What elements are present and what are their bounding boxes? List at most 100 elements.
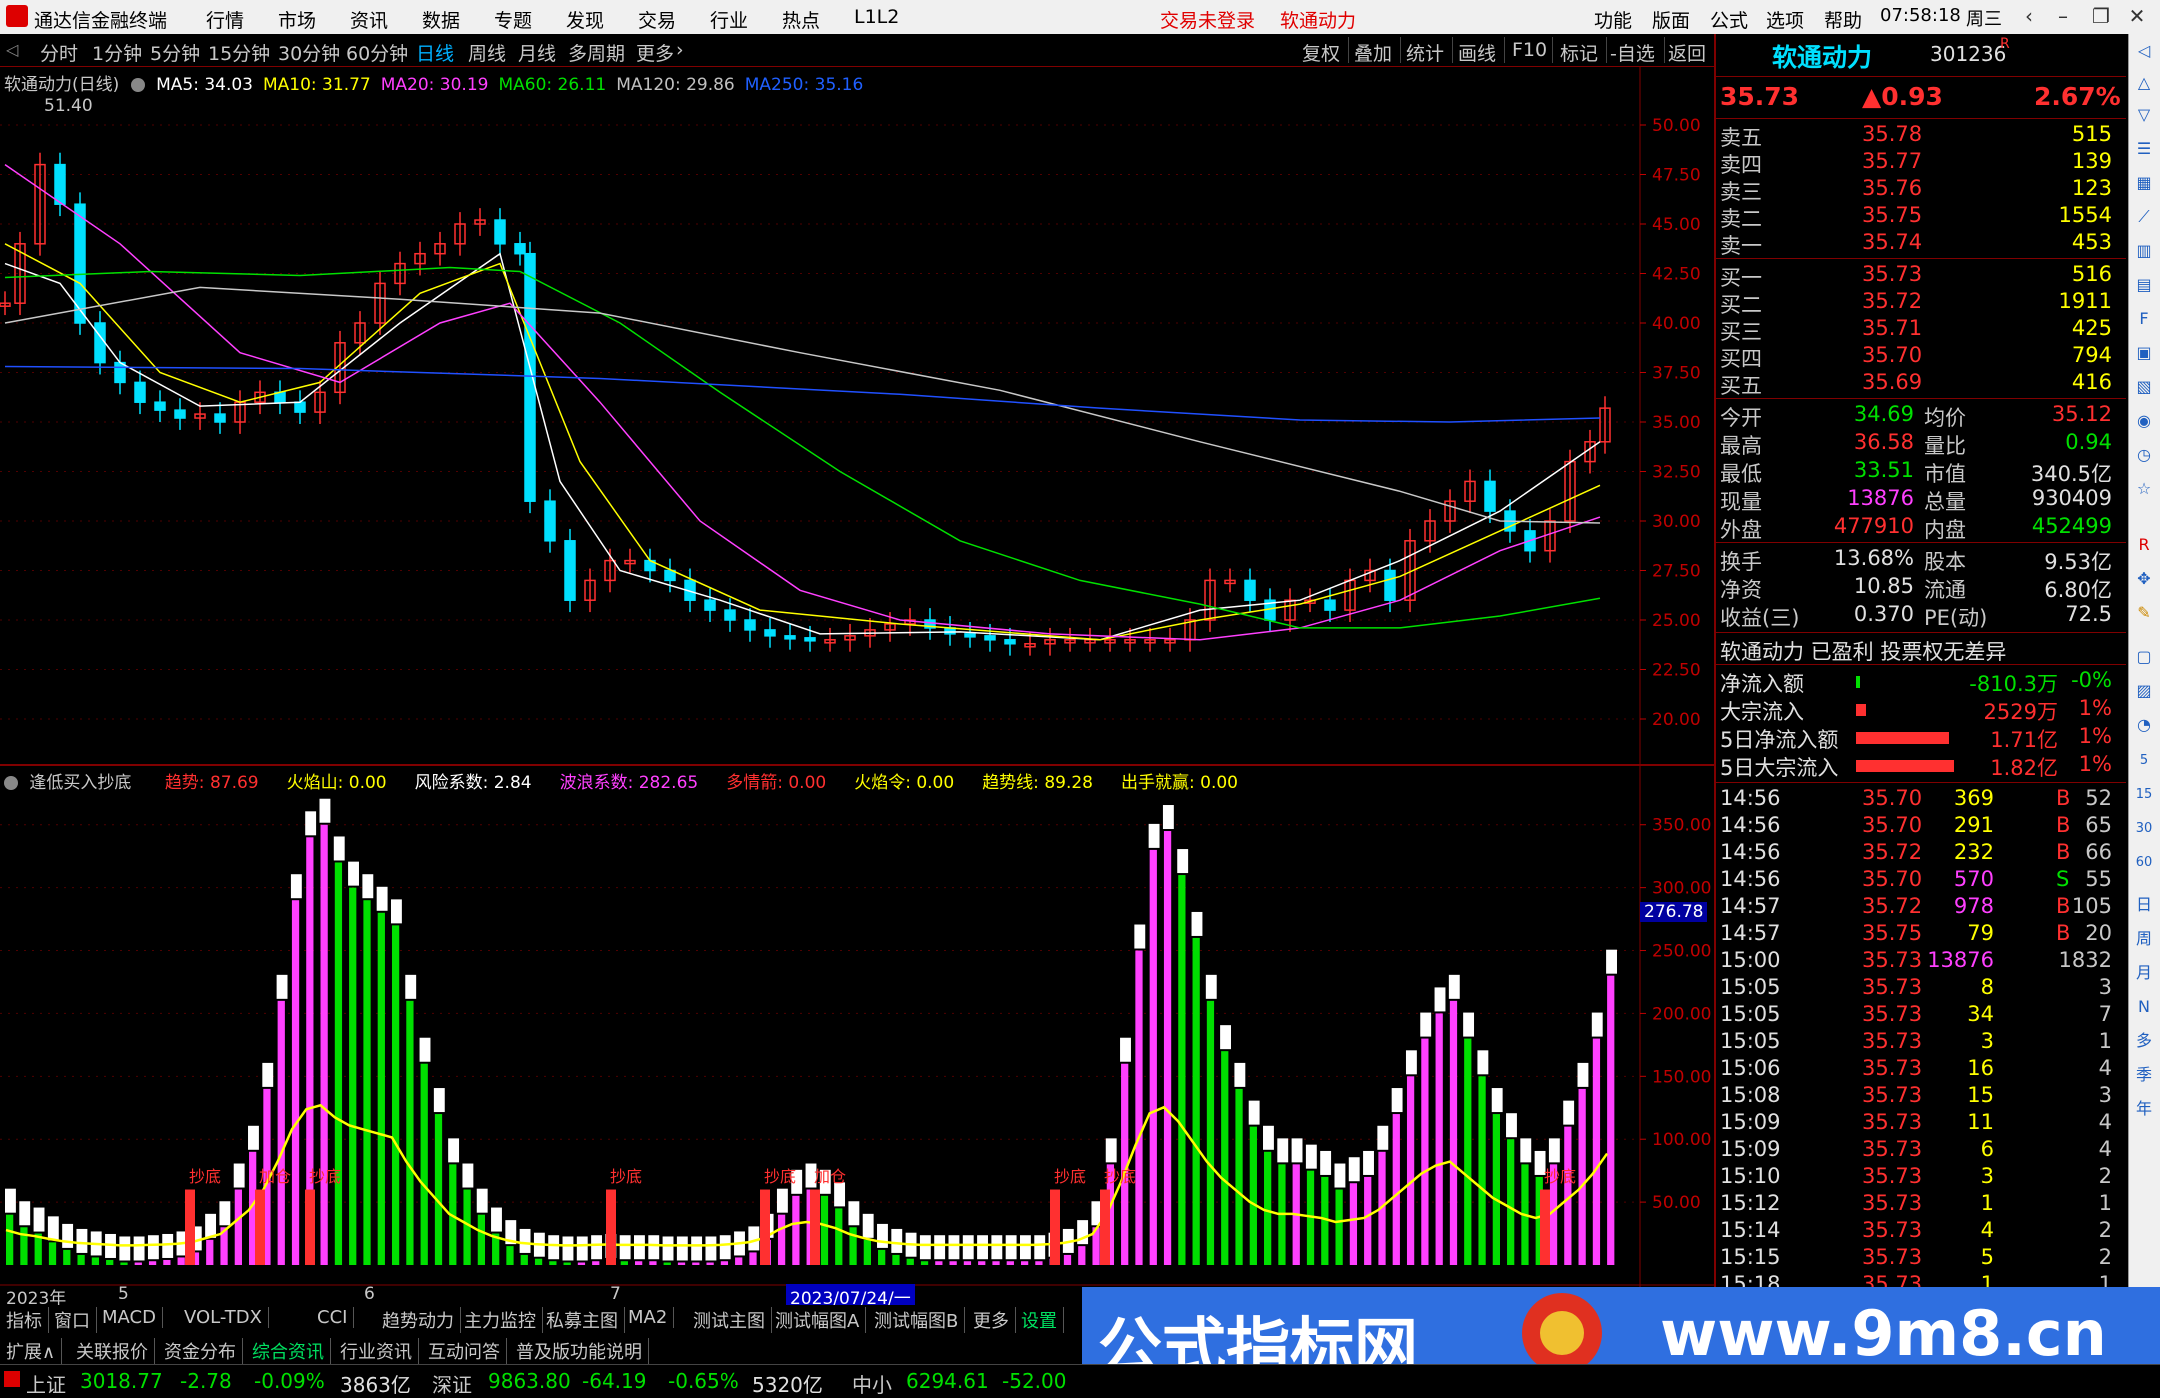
chevron-right-icon[interactable]: ›	[676, 39, 684, 61]
info-tab-2[interactable]: 资金分布	[158, 1338, 243, 1364]
menu-shichang[interactable]: 市场	[278, 6, 316, 33]
menu-l1l2[interactable]: L1L2	[854, 6, 899, 28]
indicator-tab-6[interactable]: 主力监控	[458, 1307, 543, 1333]
stat-row[interactable]: 今开 34.69 均价 35.12	[1716, 402, 2126, 430]
info-tab-5[interactable]: 互动问答	[422, 1338, 507, 1364]
flow-row[interactable]: 5日大宗流入 1.82亿 1%	[1716, 752, 2126, 780]
status-item-0[interactable]: 上证	[26, 1369, 66, 1398]
zoom-icon[interactable]: ◉	[2133, 410, 2155, 432]
period-monthly[interactable]: 月线	[518, 39, 556, 66]
period-fenshi[interactable]: 分时	[40, 39, 78, 66]
tick-row[interactable]: 15:05 35.73 34 7	[1716, 1002, 2126, 1030]
sell-row[interactable]: 卖二 35.75 1554	[1716, 203, 2126, 231]
stock-title-link[interactable]: 软通动力	[1280, 6, 1356, 33]
strip-season[interactable]: 季	[2133, 1064, 2155, 1086]
period-1min[interactable]: 1分钟	[92, 39, 142, 66]
toolbar-f10[interactable]: F10	[1512, 39, 1547, 61]
period-daily[interactable]: 日线	[416, 39, 454, 66]
indicator-tab-7[interactable]: 私募主图	[540, 1307, 625, 1333]
arrow-down-icon[interactable]: ▽	[2133, 104, 2155, 126]
flow-row[interactable]: 5日净流入额 1.71亿 1%	[1716, 724, 2126, 752]
strip-year[interactable]: 年	[2133, 1098, 2155, 1120]
flow-row[interactable]: 大宗流入 2529万 1%	[1716, 696, 2126, 724]
table-icon[interactable]: ▤	[2133, 274, 2155, 296]
tick-row[interactable]: 15:09 35.73 11 4	[1716, 1110, 2126, 1138]
tick-row[interactable]: 15:14 35.73 4 2	[1716, 1218, 2126, 1246]
indicator-tab-11[interactable]: 测试幅图B	[868, 1307, 966, 1333]
tick-row[interactable]: 15:15 35.73 5 2	[1716, 1245, 2126, 1273]
menu-shuju[interactable]: 数据	[422, 6, 460, 33]
calendar-icon[interactable]: ▣	[2133, 342, 2155, 364]
stat-row[interactable]: 现量 13876 总量 930409	[1716, 486, 2126, 514]
menu-gongshi[interactable]: 公式	[1710, 6, 1748, 33]
flow-row[interactable]: 净流入额 -810.3万 -0%	[1716, 668, 2126, 696]
indicator-tab-12[interactable]: 更多	[967, 1307, 1016, 1333]
arrow-up-icon[interactable]: △	[2133, 72, 2155, 94]
fifteen-icon[interactable]: 15	[2133, 784, 2155, 806]
tick-row[interactable]: 14:56 35.72 232 B 66	[1716, 840, 2126, 868]
sell-row[interactable]: 卖一 35.74 453	[1716, 230, 2126, 258]
info-tab-1[interactable]: 关联报价	[70, 1338, 155, 1364]
indicator-tab-3[interactable]: VOL-TDX	[178, 1307, 269, 1328]
toolbar-zixuan[interactable]: -自选	[1610, 39, 1655, 66]
indicator-tab-13[interactable]: 设置	[1015, 1307, 1064, 1333]
tick-row[interactable]: 15:08 35.73 15 3	[1716, 1083, 2126, 1111]
restore-icon[interactable]: ❐	[2088, 4, 2114, 28]
trade-status-link[interactable]: 交易未登录	[1160, 6, 1255, 33]
toolbar-fanhui[interactable]: 返回	[1668, 39, 1706, 66]
stat-row[interactable]: 外盘 477910 内盘 452499	[1716, 514, 2126, 542]
toolbar-huaxian[interactable]: 画线	[1458, 39, 1496, 66]
info-tab-6[interactable]: 普及版功能说明	[510, 1338, 649, 1364]
toolbar-tongji[interactable]: 统计	[1406, 39, 1444, 66]
news-icon[interactable]: ▧	[2133, 376, 2155, 398]
layers-icon[interactable]: ▨	[2133, 680, 2155, 702]
tick-row[interactable]: 14:56 35.70 369 B 52	[1716, 786, 2126, 814]
stat-row[interactable]: 净资 10.85 流通 6.80亿	[1716, 574, 2126, 602]
line-chart-icon[interactable]: ⟋	[2133, 206, 2155, 228]
indicator-tab-0[interactable]: 指标	[0, 1307, 49, 1333]
buy-row[interactable]: 买四 35.70 794	[1716, 343, 2126, 371]
tick-row[interactable]: 15:05 35.73 3 1	[1716, 1029, 2126, 1057]
info-tab-4[interactable]: 行业资讯	[334, 1338, 419, 1364]
menu-gongneng[interactable]: 功能	[1594, 6, 1632, 33]
stat-row[interactable]: 最高 36.58 量比 0.94	[1716, 430, 2126, 458]
indicator-tab-8[interactable]: MA2	[622, 1307, 675, 1328]
sell-row[interactable]: 卖五 35.78 515	[1716, 122, 2126, 150]
back-icon[interactable]: ‹	[2016, 4, 2042, 28]
period-more[interactable]: 更多	[636, 39, 674, 66]
menu-bangzhu[interactable]: 帮助	[1824, 6, 1862, 33]
tick-row[interactable]: 15:00 35.73 13876 1832	[1716, 948, 2126, 976]
tick-row[interactable]: 14:56 35.70 570 S 55	[1716, 867, 2126, 895]
list-icon[interactable]: ☰	[2133, 138, 2155, 160]
dropdown-circle-icon[interactable]	[4, 776, 18, 790]
tick-row[interactable]: 15:05 35.73 8 3	[1716, 975, 2126, 1003]
period-weekly[interactable]: 周线	[468, 39, 506, 66]
buy-row[interactable]: 买三 35.71 425	[1716, 316, 2126, 344]
buy-row[interactable]: 买五 35.69 416	[1716, 370, 2126, 398]
menu-hangye[interactable]: 行业	[710, 6, 748, 33]
settings-circle-icon[interactable]	[130, 78, 145, 92]
period-5min[interactable]: 5分钟	[150, 39, 200, 66]
strip-multi[interactable]: 多	[2133, 1030, 2155, 1052]
menu-zixun[interactable]: 资讯	[350, 6, 388, 33]
period-30min[interactable]: 30分钟	[278, 39, 340, 66]
chart-area[interactable]: 抄底 加仓 抄底 抄底 抄底 加仓 抄底 抄底 抄底 50.0047.5045.0042.504…	[0, 67, 1714, 1289]
menu-jiaoyi[interactable]: 交易	[638, 6, 676, 33]
rsi-icon[interactable]: R	[2133, 534, 2155, 556]
grid-icon[interactable]: ▦	[2133, 172, 2155, 194]
collapse-icon[interactable]: ◁	[6, 40, 18, 59]
minimize-icon[interactable]: –	[2050, 4, 2076, 28]
tick-row[interactable]: 15:06 35.73 16 4	[1716, 1056, 2126, 1084]
tick-row[interactable]: 14:57 35.75 79 B 20	[1716, 921, 2126, 949]
bar-chart-icon[interactable]: ▥	[2133, 240, 2155, 262]
tick-row[interactable]: 15:12 35.73 1 1	[1716, 1191, 2126, 1219]
toolbar-diejia[interactable]: 叠加	[1354, 39, 1392, 66]
indicator-tab-2[interactable]: MACD	[96, 1307, 163, 1328]
tick-row[interactable]: 14:56 35.70 291 B 65	[1716, 813, 2126, 841]
tag-row[interactable]: 软通动力 已盈利 投票权无差异	[1716, 636, 2126, 664]
stat-row[interactable]: 换手 13.68% 股本 9.53亿	[1716, 546, 2126, 574]
sell-row[interactable]: 卖四 35.77 139	[1716, 149, 2126, 177]
buy-row[interactable]: 买二 35.72 1911	[1716, 289, 2126, 317]
stat-row[interactable]: 最低 33.51 市值 340.5亿	[1716, 458, 2126, 486]
sixty-icon[interactable]: 60	[2133, 852, 2155, 874]
